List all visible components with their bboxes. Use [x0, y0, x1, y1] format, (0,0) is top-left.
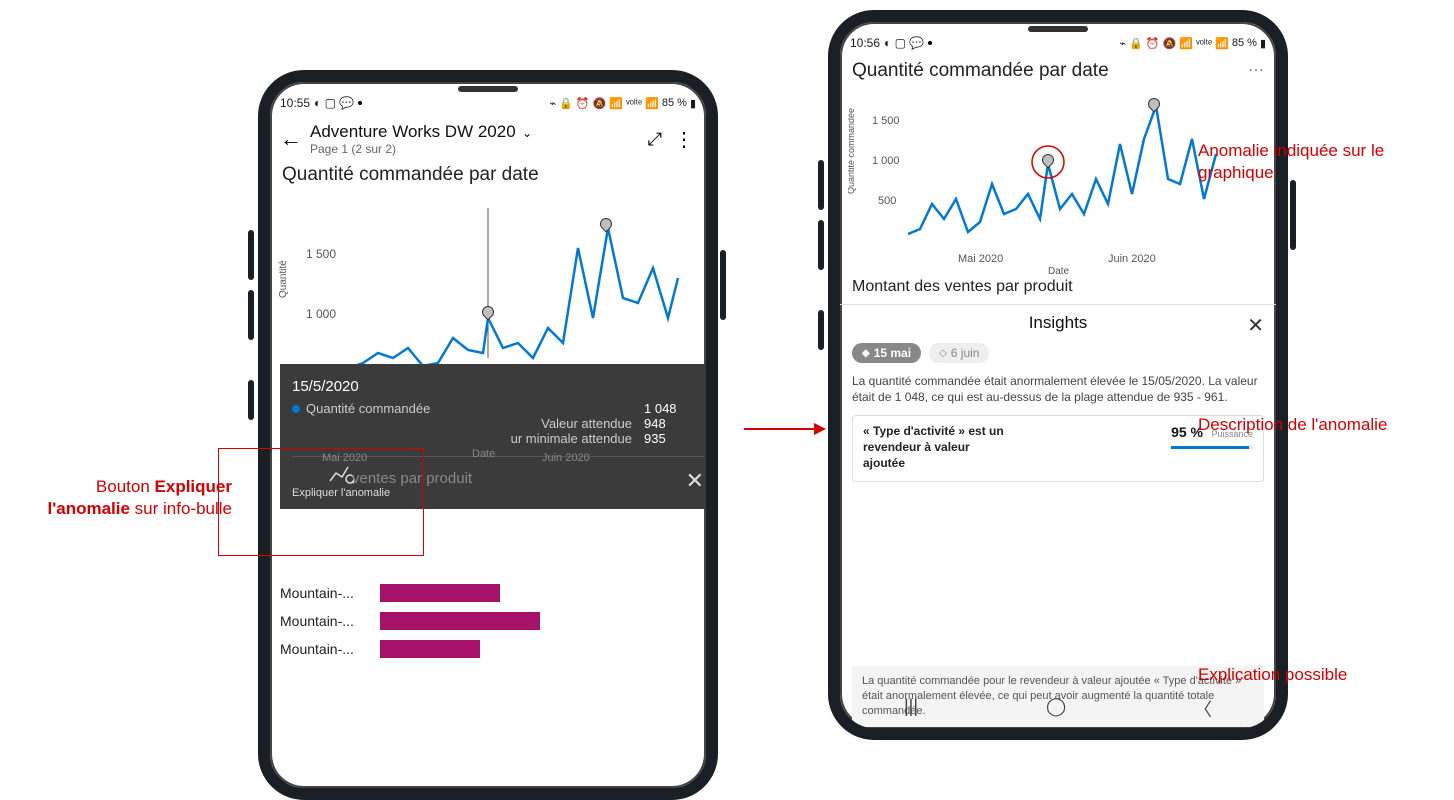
- pin-icon: ◇: [939, 348, 947, 359]
- dot-icon: [928, 41, 932, 45]
- more-icon[interactable]: ⋯: [1248, 60, 1264, 80]
- battery-icon: ▮: [690, 97, 696, 110]
- svg-text:Date: Date: [1048, 266, 1070, 274]
- chart-title: Quantité commandée par date: [270, 160, 706, 188]
- tooltip-date: 15/5/2020: [292, 378, 704, 395]
- bg-tick: Juin 2020: [542, 452, 590, 464]
- bar: [380, 640, 480, 658]
- date-pills: ◈ 15 mai ◇ 6 juin: [852, 343, 1264, 363]
- phone-power-button: [1290, 180, 1296, 250]
- status-time: 10:55: [280, 96, 310, 110]
- annotation-left: Bouton Expliquer l'anomalie sur info-bul…: [12, 476, 232, 520]
- bar-label: Mountain-...: [280, 641, 380, 657]
- status-battery: 85 %: [662, 97, 687, 109]
- tooltip-value: 948: [644, 416, 704, 431]
- app-header: ← Adventure Works DW 2020 ⌄ Page 1 (2 su…: [270, 116, 706, 160]
- app-subtitle: Page 1 (2 sur 2): [310, 142, 640, 156]
- explain-anomaly-label: Expliquer l'anomalie: [292, 487, 390, 499]
- phone-side-button: [818, 310, 824, 350]
- insights-title: Insights: [1029, 313, 1088, 333]
- more-icon[interactable]: ⋮: [674, 127, 696, 152]
- tooltip-value: 935: [644, 431, 704, 446]
- phone-power-button: [720, 250, 726, 320]
- phone-volume-button: [818, 160, 824, 210]
- pill-label: 6 juin: [951, 346, 980, 360]
- insight-card-title: « Type d'activité » est un revendeur à v…: [863, 424, 1013, 471]
- phone-left: 10:55 ◐ ▢ 💬 ⌁ 🔒 ⏰ 🔕 📶 ᵛᵒˡᵗᵉ 📶 85 % ▮ ← A…: [258, 70, 718, 800]
- back-arrow-icon[interactable]: ←: [280, 126, 302, 152]
- phone-volume-button: [248, 290, 254, 340]
- svg-text:Mai 2020: Mai 2020: [958, 253, 1003, 265]
- phone-volume-button: [248, 230, 254, 280]
- close-icon[interactable]: ✕: [686, 468, 704, 494]
- insights-panel: Insights ✕ ◈ 15 mai ◇ 6 juin La quantité…: [840, 304, 1276, 486]
- nav-back-icon[interactable]: 〈: [1194, 696, 1212, 722]
- background-bars: Mountain-... Mountain-... Mountain-...: [280, 582, 696, 666]
- status-time: 10:56: [850, 36, 880, 50]
- bg-chart-title: ventes par produit: [352, 470, 472, 487]
- svg-text:1 000: 1 000: [872, 155, 900, 167]
- line-chart[interactable]: Quantité 1 500 1 000: [278, 188, 698, 388]
- status-bar: 10:55 ◐ ▢ 💬 ⌁ 🔒 ⏰ 🔕 📶 ᵛᵒˡᵗᵉ 📶 85 % ▮: [270, 90, 706, 116]
- phone-volume-button: [818, 220, 824, 270]
- dot-icon: [358, 101, 362, 105]
- chart-insight-icon: [328, 463, 354, 485]
- app-title[interactable]: Adventure Works DW 2020: [310, 122, 516, 141]
- series-color-icon: [292, 405, 300, 413]
- chart-area[interactable]: Quantité 1 500 1 000: [278, 188, 698, 388]
- status-icons-right: ⌁ 🔒 ⏰ 🔕 📶 ᵛᵒˡᵗᵉ 📶: [1119, 37, 1228, 50]
- svg-text:Quantité commandée: Quantité commandée: [848, 108, 856, 194]
- annotation-right-top: Anomalie indiquée sur le graphique: [1198, 140, 1428, 184]
- status-battery: 85 %: [1232, 37, 1257, 49]
- nav-recent-icon[interactable]: |||: [904, 696, 918, 722]
- battery-icon: ▮: [1260, 37, 1266, 50]
- chevron-down-icon[interactable]: ⌄: [522, 126, 532, 140]
- nav-home-icon[interactable]: ◯: [1046, 696, 1066, 722]
- tooltip-label: Quantité commandée: [306, 401, 644, 416]
- bg-axis-label: Date: [472, 448, 495, 460]
- phone-speaker: [458, 86, 518, 92]
- svg-text:1 000: 1 000: [306, 307, 336, 321]
- phone-side-button: [248, 380, 254, 420]
- expand-icon[interactable]: ⤢: [648, 129, 662, 150]
- date-pill[interactable]: ◇ 6 juin: [929, 343, 989, 363]
- tooltip-value: 1 048: [644, 401, 704, 416]
- annotation-right-mid: Description de l'anomalie: [1198, 414, 1428, 436]
- tooltip-label: Valeur attendue: [306, 416, 644, 431]
- status-icon: ◐ ▢ 💬: [884, 36, 924, 50]
- strength-bar: [1171, 446, 1253, 449]
- date-pill-active[interactable]: ◈ 15 mai: [852, 343, 921, 363]
- svg-text:Juin 2020: Juin 2020: [1108, 253, 1156, 265]
- svg-text:1 500: 1 500: [306, 247, 336, 261]
- phone-speaker: [1028, 26, 1088, 32]
- phone-right: 10:56 ◐ ▢ 💬 ⌁ 🔒 ⏰ 🔕 📶 ᵛᵒˡᵗᵉ 📶 85 % ▮ Qua…: [828, 10, 1288, 740]
- svg-text:1 500: 1 500: [872, 115, 900, 127]
- tooltip-label: ur minimale attendue: [306, 431, 644, 446]
- android-nav-bar: ||| ◯ 〈: [840, 696, 1276, 722]
- bar-label: Mountain-...: [280, 613, 380, 629]
- arrow-icon: [744, 428, 824, 430]
- svg-text:500: 500: [878, 195, 896, 207]
- chart-tooltip: 15/5/2020 Quantité commandée 1 048 Valeu…: [280, 364, 716, 509]
- status-icon: ◐ ▢ 💬: [314, 96, 354, 110]
- bar: [380, 612, 540, 630]
- close-icon[interactable]: ✕: [1247, 313, 1264, 338]
- svg-text:Quantité: Quantité: [278, 260, 289, 298]
- bar-label: Mountain-...: [280, 585, 380, 601]
- status-icons-right: ⌁ 🔒 ⏰ 🔕 📶 ᵛᵒˡᵗᵉ 📶: [549, 97, 658, 110]
- insight-description: La quantité commandée était anormalement…: [852, 373, 1264, 405]
- pill-label: 15 mai: [874, 346, 911, 360]
- pin-icon: ◈: [862, 348, 870, 359]
- annotation-right-bot: Explication possible: [1198, 664, 1428, 686]
- bg-tick: Mai 2020: [322, 452, 367, 464]
- status-bar: 10:56 ◐ ▢ 💬 ⌁ 🔒 ⏰ 🔕 📶 ᵛᵒˡᵗᵉ 📶 85 % ▮: [840, 30, 1276, 56]
- sub-chart-title: Montant des ventes par produit: [840, 274, 1276, 300]
- bar: [380, 584, 500, 602]
- chart-title: Quantité commandée par date: [852, 56, 1121, 84]
